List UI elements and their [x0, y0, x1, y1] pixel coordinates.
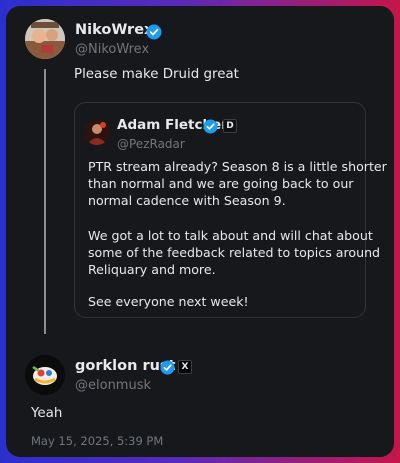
quoted-paragraph: See everyone next week!: [88, 294, 249, 309]
quoted-author-handle[interactable]: @PezRadar: [117, 137, 185, 151]
verified-badge-icon: [160, 360, 175, 375]
quoted-avatar[interactable]: [84, 119, 110, 145]
post-text: Please make Druid great: [74, 67, 239, 82]
verified-badge-icon: [203, 119, 218, 134]
avatar[interactable]: [25, 19, 65, 59]
reply-text: Yeah: [31, 406, 63, 421]
reply-author-handle[interactable]: @elonmusk: [75, 378, 151, 393]
quoted-paragraph: We got a lot to talk about and will chat…: [88, 228, 381, 277]
post-card: NikoWrex @NikoWrex Please make Druid gre…: [6, 6, 394, 457]
quoted-post[interactable]: Adam Fletcher D @PezRadar PTR stream alr…: [74, 102, 387, 318]
author-name[interactable]: NikoWrex: [75, 22, 153, 38]
x-badge-icon[interactable]: X: [178, 360, 192, 374]
quoted-paragraph: PTR stream already? Season 8 is a little…: [88, 159, 387, 208]
affiliate-badge-icon[interactable]: D: [223, 119, 237, 133]
verified-badge-icon: [146, 24, 162, 40]
post-timestamp[interactable]: May 15, 2025, 5:39 PM: [31, 434, 163, 448]
thread-line: [44, 69, 46, 334]
reply-avatar[interactable]: [25, 355, 65, 395]
author-handle[interactable]: @NikoWrex: [75, 42, 149, 57]
